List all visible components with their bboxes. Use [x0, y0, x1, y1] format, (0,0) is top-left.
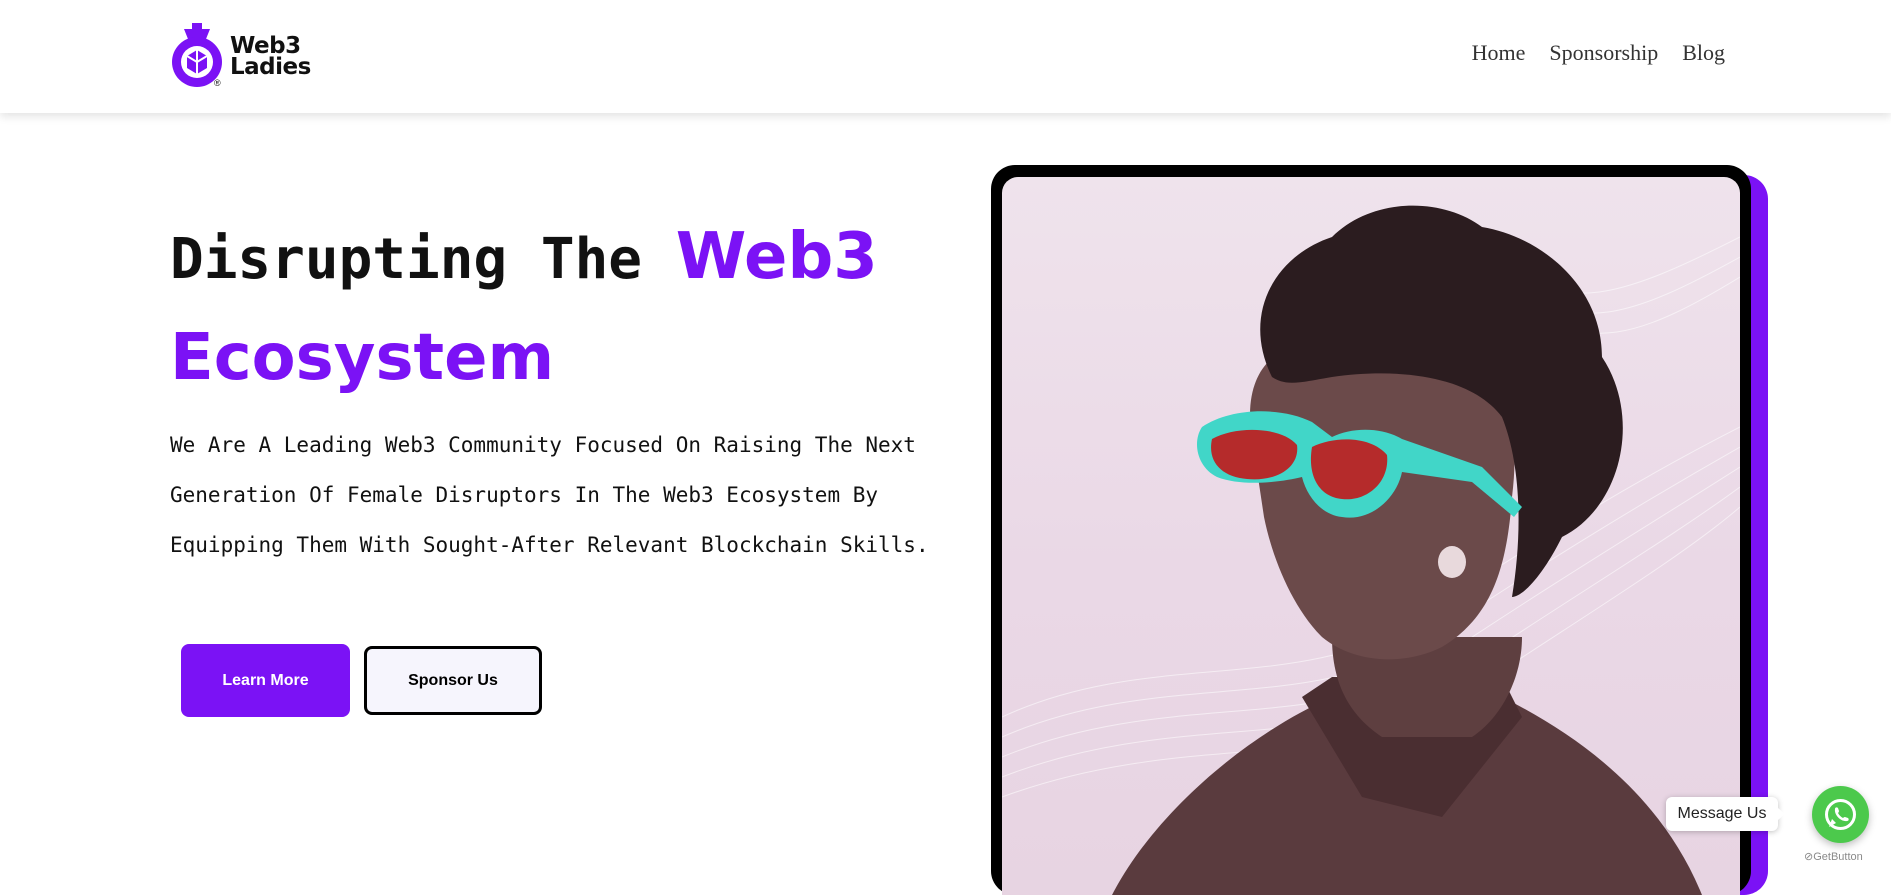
- learn-more-button[interactable]: Learn More: [181, 644, 350, 717]
- hero-title-accent-ecosystem: Ecosystem: [170, 321, 555, 395]
- brand-name-line2: Ladies: [230, 54, 311, 80]
- hero-title-plain: Disrupting The: [170, 227, 676, 292]
- whatsapp-button[interactable]: [1812, 786, 1869, 843]
- hero-image-frame: [991, 165, 1751, 895]
- site-header: Web3 Ladies ® Home Sponsorship Blog: [0, 0, 1891, 113]
- registered-mark: ®: [214, 78, 221, 88]
- getbutton-text: GetButton: [1813, 851, 1863, 863]
- logo-mark-icon: [172, 23, 222, 87]
- woman-with-sunglasses-photo: [1002, 177, 1740, 895]
- nav-blog[interactable]: Blog: [1682, 40, 1725, 66]
- getbutton-credit[interactable]: ⊘GetButton: [1804, 850, 1863, 863]
- brand-name: Web3 Ladies: [230, 35, 311, 80]
- hero-description: We Are A Leading Web3 Community Focused …: [170, 433, 929, 557]
- hero-title: Disrupting The Web3 Ecosystem: [170, 208, 950, 410]
- hero-title-accent-web3: Web3: [675, 220, 878, 294]
- nav-home[interactable]: Home: [1472, 40, 1526, 66]
- brand-logo[interactable]: Web3 Ladies ®: [170, 22, 320, 88]
- portrait-illustration: [1002, 205, 1740, 895]
- message-us-label[interactable]: Message Us: [1666, 797, 1785, 831]
- main-nav: Home Sponsorship Blog: [1472, 40, 1725, 66]
- nav-sponsorship[interactable]: Sponsorship: [1549, 40, 1658, 66]
- whatsapp-icon: [1825, 799, 1856, 830]
- sponsor-us-button[interactable]: Sponsor Us: [364, 646, 542, 715]
- getbutton-icon: ⊘: [1804, 851, 1814, 863]
